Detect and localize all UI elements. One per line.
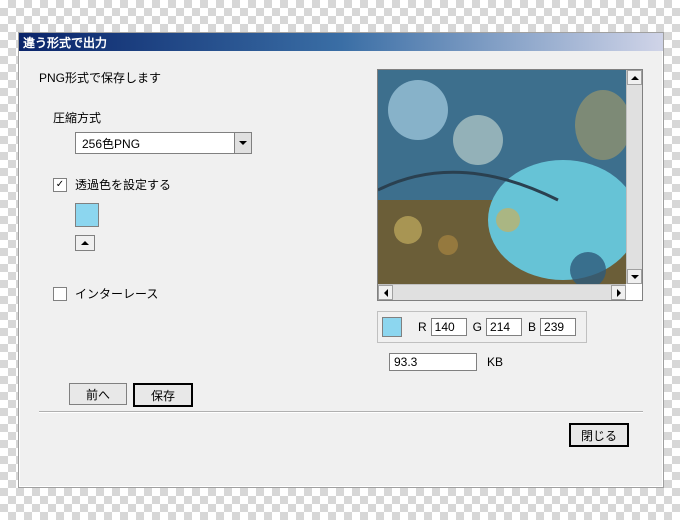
scroll-up-button[interactable] <box>627 70 642 85</box>
dropdown-button[interactable] <box>234 133 251 153</box>
r-label: R <box>418 320 427 334</box>
transparency-checkbox[interactable]: ✓ <box>53 178 67 192</box>
save-button[interactable]: 保存 <box>133 383 193 407</box>
chevron-down-icon <box>631 275 639 279</box>
window-title: 違う形式で出力 <box>23 34 107 51</box>
dialog-window: 違う形式で出力 PNG形式で保存します 圧縮方式 256色PNG ✓ 透過色を設… <box>18 32 664 488</box>
preview-scrollbar-horizontal[interactable] <box>378 284 626 300</box>
chevron-right-icon <box>617 289 621 297</box>
rgb-color-swatch <box>382 317 402 337</box>
chevron-up-icon <box>631 76 639 80</box>
transparency-checkbox-row[interactable]: ✓ 透過色を設定する <box>53 176 283 193</box>
filesize-readout: 93.3 KB <box>389 353 503 371</box>
rgb-readout: R 140 G 214 B 239 <box>377 311 587 343</box>
filesize-unit: KB <box>487 355 503 369</box>
r-value: 140 <box>431 318 467 336</box>
scroll-right-button[interactable] <box>611 285 626 300</box>
back-button[interactable]: 前へ <box>69 383 127 405</box>
scroll-down-button[interactable] <box>627 269 642 284</box>
scroll-left-button[interactable] <box>378 285 393 300</box>
separator <box>39 411 643 413</box>
color-picker-button[interactable] <box>75 235 95 251</box>
preview-pane <box>377 69 643 301</box>
chevron-left-icon <box>384 289 388 297</box>
interlace-checkbox-row[interactable]: インターレース <box>53 285 283 302</box>
preview-scrollbar-vertical[interactable] <box>626 70 642 284</box>
interlace-checkbox[interactable] <box>53 287 67 301</box>
chevron-up-icon <box>81 241 89 245</box>
compression-dropdown[interactable]: 256色PNG <box>75 132 252 154</box>
compression-label: 圧縮方式 <box>53 109 283 126</box>
close-button[interactable]: 閉じる <box>569 423 629 447</box>
b-value: 239 <box>540 318 576 336</box>
compression-selected: 256色PNG <box>76 135 234 152</box>
transparency-label: 透過色を設定する <box>75 176 171 193</box>
g-value: 214 <box>486 318 522 336</box>
preview-image <box>378 70 626 284</box>
filesize-value: 93.3 <box>389 353 477 371</box>
transparency-color-swatch[interactable] <box>75 203 99 227</box>
g-label: G <box>473 320 482 334</box>
title-bar[interactable]: 違う形式で出力 <box>19 33 663 51</box>
chevron-down-icon <box>239 141 247 145</box>
b-label: B <box>528 320 536 334</box>
interlace-label: インターレース <box>75 285 158 302</box>
